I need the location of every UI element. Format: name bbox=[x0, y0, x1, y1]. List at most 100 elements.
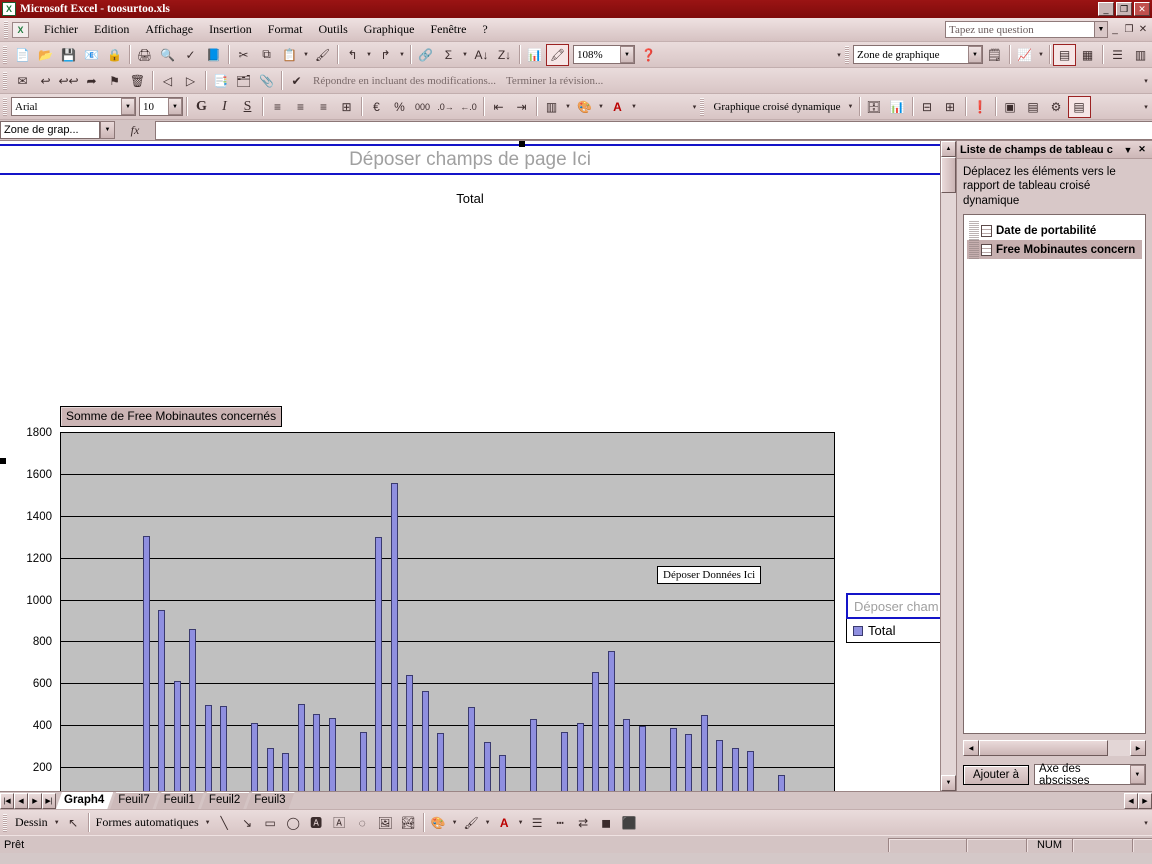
menu-aide[interactable]: ? bbox=[474, 19, 495, 40]
bar[interactable] bbox=[204, 705, 212, 791]
bar[interactable] bbox=[359, 731, 367, 791]
field-list-toggle-icon[interactable]: ▤ bbox=[1067, 95, 1091, 118]
oval-icon[interactable]: ◯ bbox=[282, 812, 305, 834]
arrow-style-icon[interactable]: ⇄ bbox=[572, 812, 595, 834]
select-objects-icon[interactable]: ↖ bbox=[62, 812, 85, 834]
vertical-scrollbar[interactable]: ▲ ▼ bbox=[940, 141, 956, 791]
include-hidden-icon[interactable]: ▣ bbox=[999, 96, 1022, 118]
menu-grip[interactable] bbox=[4, 20, 8, 39]
scroll-track[interactable] bbox=[941, 193, 956, 775]
format-report-icon[interactable]: 🗄 bbox=[863, 96, 886, 118]
sheet-tab-feuil1[interactable]: Feuil1 bbox=[156, 792, 204, 809]
merge-cells-icon[interactable]: ⊞ bbox=[335, 96, 358, 118]
paste-icon[interactable]: 📋 bbox=[278, 44, 301, 66]
borders-icon[interactable]: ▥ bbox=[540, 96, 563, 118]
italic-button[interactable]: I bbox=[213, 96, 236, 118]
chart-object-combo[interactable]: Zone de graphique ▼ bbox=[853, 45, 983, 64]
doc-close-button[interactable]: ✕ bbox=[1136, 22, 1150, 38]
doc-minimize-button[interactable]: _ bbox=[1108, 22, 1122, 38]
hscroll-thumb[interactable] bbox=[979, 740, 1108, 756]
chevron-down-icon[interactable]: ▼ bbox=[1121, 145, 1135, 155]
line-color-dropdown-icon[interactable]: ▼ bbox=[483, 812, 493, 834]
bar[interactable] bbox=[483, 742, 491, 791]
chart-toolbar-grip[interactable] bbox=[845, 45, 849, 64]
previous-icon[interactable]: ◁ bbox=[156, 70, 179, 92]
prev-sheet-icon[interactable]: ◀ bbox=[14, 792, 28, 809]
pivotchart-menu[interactable]: Graphique croisé dynamique bbox=[708, 101, 845, 113]
redo-dropdown-icon[interactable]: ▼ bbox=[397, 44, 407, 66]
3d-style-icon[interactable]: ⬛ bbox=[618, 812, 641, 834]
sheet-tab-graph4[interactable]: Graph4 bbox=[56, 792, 113, 809]
font-size-combo[interactable]: 10 ▼ bbox=[139, 97, 183, 116]
diagram-icon[interactable]: ◌ bbox=[351, 812, 374, 834]
align-left-icon[interactable]: ≡ bbox=[266, 96, 289, 118]
scroll-up-icon[interactable]: ▲ bbox=[941, 141, 956, 157]
bar[interactable] bbox=[266, 748, 274, 791]
print-icon[interactable]: 🖨 bbox=[133, 44, 156, 66]
dash-style-icon[interactable]: ┅ bbox=[549, 812, 572, 834]
standard-toolbar-grip[interactable] bbox=[3, 45, 7, 64]
autoshapes-dropdown-icon[interactable]: ▼ bbox=[203, 812, 213, 834]
plot-area[interactable] bbox=[60, 432, 835, 791]
pivotchart-wizard-icon[interactable]: 📊 bbox=[886, 96, 909, 118]
percent-style-icon[interactable]: % bbox=[388, 96, 411, 118]
bar[interactable] bbox=[778, 774, 786, 791]
autosum-icon[interactable]: Σ bbox=[437, 44, 460, 66]
bar[interactable] bbox=[700, 714, 708, 791]
delete-icon[interactable]: 🗑 bbox=[126, 70, 149, 92]
hscroll-right-icon[interactable]: ▶ bbox=[1138, 792, 1152, 809]
sort-descending-icon[interactable]: Z↓ bbox=[493, 44, 516, 66]
drawing-toggle-icon[interactable]: 🖍 bbox=[546, 43, 569, 66]
sort-ascending-icon[interactable]: A↓ bbox=[470, 44, 493, 66]
fill-color-draw-dropdown-icon[interactable]: ▼ bbox=[450, 812, 460, 834]
field-list-hscrollbar[interactable]: ◀ ▶ bbox=[963, 740, 1146, 756]
new-icon[interactable]: 📄 bbox=[11, 44, 34, 66]
comma-style-icon[interactable]: 000 bbox=[411, 96, 434, 118]
bar[interactable] bbox=[142, 535, 150, 791]
forward-icon[interactable]: ➦ bbox=[80, 70, 103, 92]
save-icon[interactable]: 💾 bbox=[57, 44, 80, 66]
hide-detail-icon[interactable]: ⊟ bbox=[916, 96, 939, 118]
zoom-dropdown-icon[interactable]: ▼ bbox=[620, 46, 634, 63]
bar[interactable] bbox=[731, 748, 739, 791]
research-icon[interactable]: 📘 bbox=[202, 44, 225, 66]
menu-insertion[interactable]: Insertion bbox=[201, 19, 260, 40]
line-color-icon[interactable]: 🖌 bbox=[460, 812, 483, 834]
line-style-icon[interactable]: ☰ bbox=[526, 812, 549, 834]
bar[interactable] bbox=[313, 713, 321, 791]
bar[interactable] bbox=[623, 719, 631, 791]
font-color-icon[interactable]: A bbox=[606, 96, 629, 118]
zoom-combo[interactable]: 108% ▼ bbox=[573, 45, 635, 64]
increase-decimal-icon[interactable]: .0→ bbox=[434, 96, 457, 118]
font-name-combo[interactable]: Arial ▼ bbox=[11, 97, 136, 116]
field-item-free-mobinautes[interactable]: Free Mobinautes concern bbox=[967, 240, 1142, 260]
address-book-icon[interactable]: 📑 bbox=[209, 70, 232, 92]
cut-icon[interactable]: ✂ bbox=[232, 44, 255, 66]
ask-question-input[interactable]: Tapez une question bbox=[945, 21, 1095, 38]
chart-wizard-icon[interactable]: 📊 bbox=[523, 44, 546, 66]
menu-outils[interactable]: Outils bbox=[310, 19, 355, 40]
field-list[interactable]: Date de portabilité Free Mobinautes conc… bbox=[963, 214, 1146, 734]
bar[interactable] bbox=[747, 751, 755, 791]
bar[interactable] bbox=[685, 733, 693, 791]
chart-legend[interactable]: Déposer cham Total bbox=[846, 593, 940, 643]
fill-color-dropdown-icon[interactable]: ▼ bbox=[596, 96, 606, 118]
formatting-toolbar-overflow[interactable]: ▾ bbox=[688, 96, 700, 118]
field-item-date-de-portabilite[interactable]: Date de portabilité bbox=[967, 221, 1142, 241]
underline-button[interactable]: S bbox=[236, 96, 259, 118]
shadow-style-icon[interactable]: ◼ bbox=[595, 812, 618, 834]
always-display-icon[interactable]: ▤ bbox=[1022, 96, 1045, 118]
print-preview-icon[interactable]: 🔍 bbox=[156, 44, 179, 66]
arrow-icon[interactable]: ↘ bbox=[236, 812, 259, 834]
minimize-button[interactable]: _ bbox=[1098, 2, 1114, 16]
line-icon[interactable]: ╲ bbox=[213, 812, 236, 834]
field-settings-icon[interactable]: ⚙ bbox=[1045, 96, 1068, 118]
name-box[interactable]: Zone de grap... bbox=[0, 121, 100, 139]
insert-function-icon[interactable]: fx bbox=[115, 123, 155, 138]
menu-affichage[interactable]: Affichage bbox=[137, 19, 201, 40]
bar[interactable] bbox=[561, 731, 569, 791]
menu-edition[interactable]: Edition bbox=[86, 19, 137, 40]
bar[interactable] bbox=[530, 719, 538, 791]
selection-handle[interactable] bbox=[519, 141, 525, 147]
font-size-dropdown-icon[interactable]: ▼ bbox=[168, 98, 182, 115]
